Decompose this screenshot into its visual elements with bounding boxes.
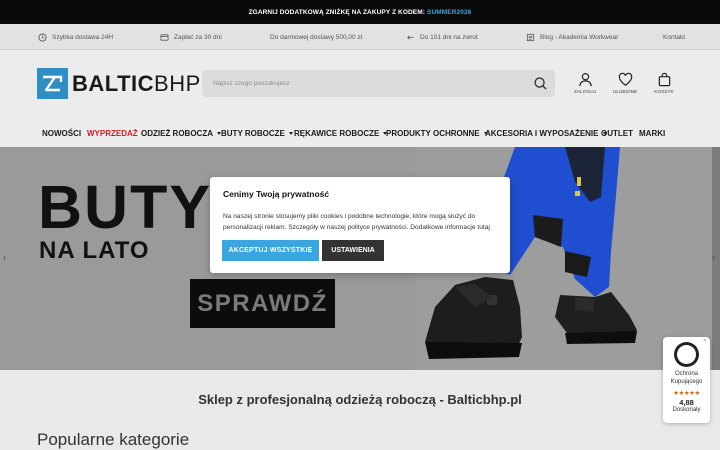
contact-link[interactable]: Kontakt	[663, 24, 685, 50]
slider-prev-icon[interactable]: ‹	[3, 252, 6, 262]
info-item-delivery: Szybka dostawa 24H	[38, 24, 113, 50]
favorites-label: ULUBIONE	[612, 90, 638, 95]
nav-item-work-gloves[interactable]: RĘKAWICE ROBOCZE	[294, 120, 388, 147]
info-item-label: Kontakt	[663, 33, 686, 41]
hero-subtitle: NA LATO	[39, 237, 150, 264]
accept-all-button[interactable]: AKCEPTUJ WSZYSTKIE	[222, 240, 319, 261]
info-item-label: Zapłać za 30 dni	[174, 33, 222, 41]
nav-item-protective-products[interactable]: PRODUKTY OCHRONNE	[386, 120, 488, 147]
info-bar: Szybka dostawa 24H Zapłać za 30 dni Do d…	[0, 24, 720, 50]
cookie-modal-title: Cenimy Twoją prywatność	[223, 189, 330, 199]
hero-title: BUTY	[38, 173, 213, 241]
cart-label: KOSZYK	[654, 90, 674, 95]
info-item-blog[interactable]: Blog - Akademia Workwear	[526, 24, 618, 50]
info-item-label: Blog - Akademia Workwear	[540, 33, 619, 41]
trust-badge-label: Ochrona Kupującego	[670, 371, 703, 385]
logo-mark-icon	[37, 68, 68, 99]
nav-item-accessories[interactable]: AKCESORIA I WYPOSAŻENIE	[485, 120, 607, 147]
nav-item-work-shoes[interactable]: BUTY ROBOCZE	[221, 120, 293, 147]
clock-icon	[38, 32, 47, 42]
promo-bar: ZGARNIJ DODATKOWĄ ZNIŻKĘ NA ZAKUPY Z KOD…	[0, 0, 720, 24]
login-label: ZALOGUJ	[573, 90, 597, 95]
heart-icon	[618, 72, 632, 86]
more-info-link[interactable]: tutaj	[477, 224, 489, 231]
logo[interactable]: BALTICBHP	[37, 67, 201, 100]
trust-seal-icon	[674, 342, 699, 367]
close-icon[interactable]: ✕	[703, 338, 707, 344]
favorites-button[interactable]: ULUBIONE	[610, 72, 640, 95]
logo-text: BALTICBHP	[72, 70, 201, 96]
rating-label: Doskonały	[672, 407, 701, 413]
credit-card-icon	[160, 33, 169, 41]
search-icon[interactable]	[533, 76, 548, 91]
nav-item-outlet[interactable]: OUTLET	[601, 120, 633, 147]
nav-item-brands[interactable]: MARKI	[639, 120, 665, 147]
promo-text: ZGARNIJ DODATKOWĄ ZNIŻKĘ NA ZAKUPY Z KOD…	[248, 8, 426, 16]
info-item-label: Do 101 dni na zwrot	[420, 33, 478, 41]
info-item-returns: Do 101 dni na zwrot	[406, 24, 478, 50]
nav-item-workwear[interactable]: ODZIEŻ ROBOCZA	[141, 120, 221, 147]
nav-item-new[interactable]: NOWOŚCI	[42, 120, 81, 147]
search-box	[202, 70, 555, 97]
site-header: BALTICBHP ZALOGUJ ULUBIONE KOSZYK	[0, 50, 720, 120]
user-icon	[578, 72, 592, 87]
blog-icon	[526, 33, 535, 41]
cookie-modal-text: Na naszej stronie stosujemy pliki cookie…	[223, 213, 490, 231]
chevron-down-icon	[288, 132, 293, 135]
popular-categories-heading: Popularne kategorie	[37, 430, 190, 449]
bag-icon	[658, 72, 670, 87]
info-item-payment: Zapłać za 30 dni	[160, 24, 222, 50]
nav-item-sale[interactable]: WYPRZEDAŻ	[87, 120, 138, 147]
slider-next-icon[interactable]: ›	[712, 252, 715, 262]
trust-badge[interactable]: ✕ Ochrona Kupującego ★★★★★ 4,88 Doskonał…	[663, 337, 710, 423]
rating-score: 4,88	[679, 398, 694, 407]
return-arrow-icon	[407, 34, 414, 40]
rating-stars: ★★★★★	[673, 390, 700, 397]
promo-code[interactable]: SUMMER2026	[427, 9, 471, 16]
main-nav: NOWOŚCI WYPRZEDAŻ ODZIEŻ ROBOCZA BUTY RO…	[0, 120, 720, 147]
cookie-consent-modal: Cenimy Twoją prywatność Na naszej stroni…	[210, 177, 510, 273]
info-item-label: Szybka dostawa 24H	[52, 33, 114, 41]
cookie-settings-button[interactable]: USTAWIENIA	[322, 240, 384, 261]
store-tagline: Sklep z profesjonalną odzieżą roboczą - …	[198, 392, 522, 407]
info-item-label: Do darmowej dostawy 500,00 zł	[270, 33, 363, 41]
cart-button[interactable]: KOSZYK	[649, 72, 679, 95]
privacy-policy-link[interactable]: polityce prywatności	[348, 224, 407, 231]
hero-cta-button[interactable]: SPRAWDŹ	[190, 279, 335, 328]
search-input[interactable]	[213, 80, 513, 87]
login-button[interactable]: ZALOGUJ	[570, 72, 600, 95]
info-item-free-shipping: Do darmowej dostawy 500,00 zł	[270, 24, 362, 50]
